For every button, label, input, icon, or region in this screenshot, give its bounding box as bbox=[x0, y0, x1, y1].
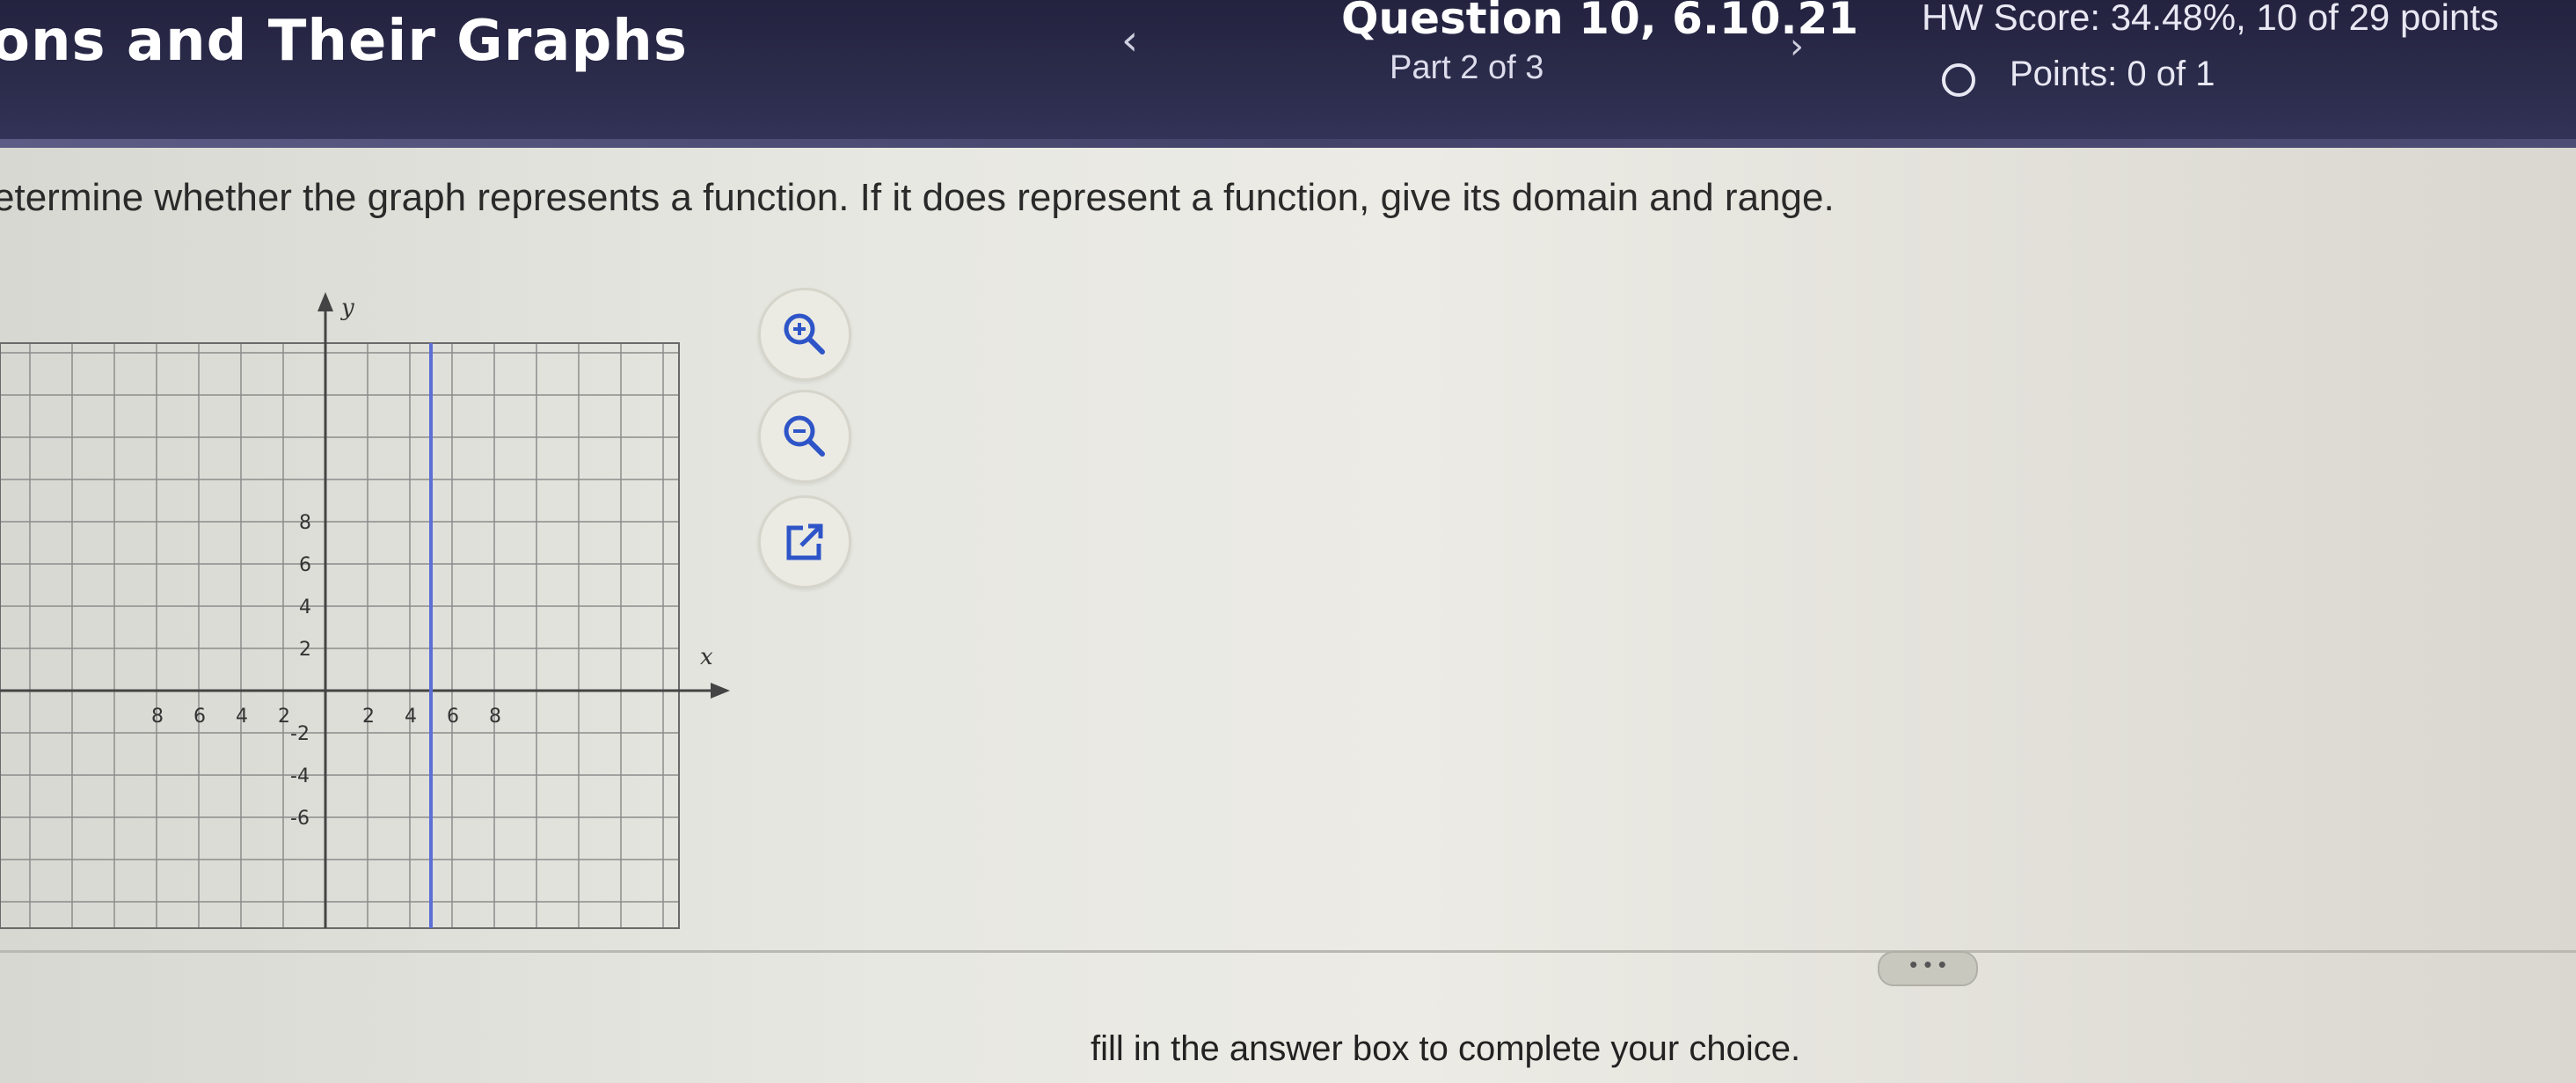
x-tick-label: 2 bbox=[278, 706, 290, 728]
hw-score: HW Score: 34.48%, 10 of 29 points bbox=[1922, 0, 2499, 38]
y-tick-labels: 8 6 4 2 -2 -4 -6 bbox=[290, 512, 311, 830]
y-tick-label: 2 bbox=[299, 639, 311, 661]
previous-question-button[interactable]: ‹ bbox=[1121, 16, 1138, 65]
y-tick-label: -6 bbox=[290, 808, 310, 830]
page-title: ons and Their Graphs bbox=[0, 9, 688, 74]
y-tick-label: -4 bbox=[290, 765, 310, 787]
zoom-out-icon bbox=[784, 415, 825, 457]
zoom-in-icon bbox=[784, 313, 825, 355]
zoom-out-button[interactable] bbox=[758, 390, 851, 483]
external-link-icon bbox=[786, 523, 823, 560]
question-number: Question 10, 6.10.21 bbox=[1341, 0, 1859, 44]
y-axis-arrow-icon bbox=[317, 292, 333, 311]
y-axis-label: y bbox=[340, 295, 354, 321]
y-axis: y bbox=[317, 292, 354, 928]
y-tick-label: 4 bbox=[299, 596, 311, 618]
x-tick-label: 4 bbox=[236, 706, 248, 728]
x-tick-label: 8 bbox=[489, 706, 501, 728]
next-question-button[interactable]: › bbox=[1790, 26, 1804, 67]
x-axis-label: x bbox=[700, 644, 713, 670]
x-tick-label: 2 bbox=[362, 706, 375, 728]
x-tick-label: 6 bbox=[447, 706, 459, 728]
section-divider bbox=[0, 950, 2576, 953]
grid-border bbox=[0, 342, 680, 929]
question-part: Part 2 of 3 bbox=[1390, 49, 1544, 86]
question-text: etermine whether the graph represents a … bbox=[0, 176, 1835, 219]
points-circle-icon bbox=[1942, 63, 1975, 97]
y-tick-label: 6 bbox=[299, 554, 311, 576]
y-tick-label: -2 bbox=[290, 723, 310, 745]
graph-panel: x y 86422468 8642-2-4-6 bbox=[0, 277, 739, 946]
points-label: Points: 0 of 1 bbox=[2010, 55, 2215, 93]
header-bar: ons and Their Graphs ‹ Question 10, 6.10… bbox=[0, 0, 2576, 148]
x-tick-label: 4 bbox=[405, 706, 417, 728]
answer-instruction: fill in the answer box to complete your … bbox=[1091, 1029, 1801, 1068]
header-divider bbox=[0, 139, 2576, 148]
y-tick-label: 8 bbox=[299, 512, 311, 534]
zoom-in-button[interactable] bbox=[758, 288, 851, 381]
x-axis-arrow-icon bbox=[711, 683, 730, 699]
more-options-button[interactable]: • • • bbox=[1878, 951, 1978, 986]
x-tick-label: 8 bbox=[151, 706, 164, 728]
open-in-new-window-button[interactable] bbox=[758, 495, 851, 589]
grid-lines bbox=[0, 342, 680, 929]
x-tick-label: 6 bbox=[193, 706, 206, 728]
graph-background bbox=[0, 277, 739, 946]
